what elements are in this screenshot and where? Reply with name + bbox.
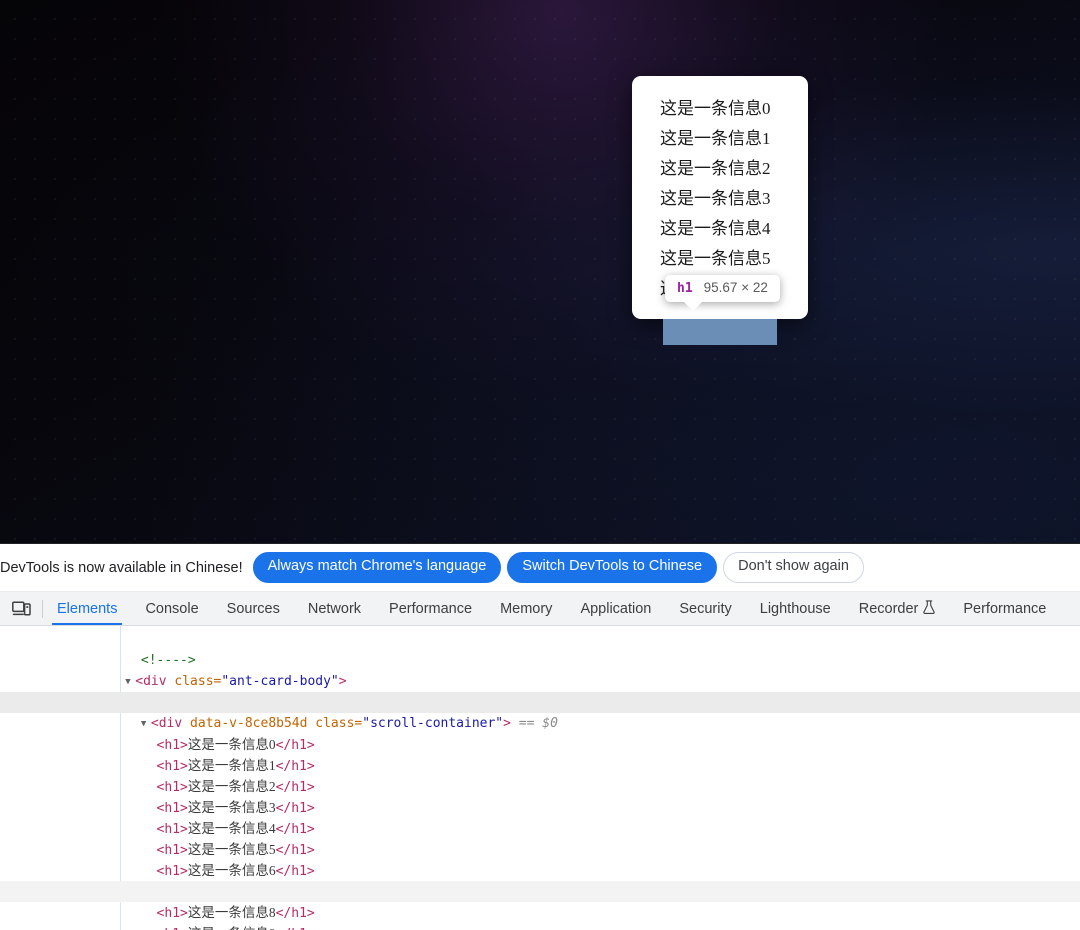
always-match-language-button[interactable]: Always match Chrome's language (252, 552, 502, 583)
dom-row-card-body-open[interactable]: ▼ <div class="ant-card-body"> (0, 650, 1080, 689)
element-inspect-tooltip: h1 95.67 × 22 (665, 275, 780, 311)
background-dot-grid (0, 0, 1080, 543)
dom-row-h1-5[interactable]: <h1>这是一条信息5</h1> (0, 818, 1080, 858)
tab-sources[interactable]: Sources (213, 592, 294, 625)
tooltip-dimensions: 95.67 × 22 (703, 280, 768, 295)
dom-row-h1-2[interactable]: <h1>这是一条信息2</h1> (0, 755, 1080, 795)
card-message-0: 这是一条信息0 (660, 99, 771, 118)
dom-row-h1-3[interactable]: <h1>这是一条信息3</h1> (0, 776, 1080, 816)
dom-row-comment[interactable]: <!----> (0, 629, 1080, 668)
tab-security-label: Security (679, 600, 732, 617)
tab-lighthouse[interactable]: Lighthouse (746, 592, 845, 625)
dom-row-h1-0[interactable]: <h1>这是一条信息0</h1> (0, 713, 1080, 753)
dom-row-h1-7[interactable]: <h1>这是一条信息7</h1> (0, 860, 1080, 900)
tab-performance-insights[interactable]: Performance (949, 592, 1060, 625)
tab-recorder[interactable]: Recorder (845, 592, 950, 625)
dom-row-h1-1[interactable]: <h1>这是一条信息1</h1> (0, 734, 1080, 774)
tab-application-label: Application (580, 600, 652, 617)
dom-row-scroll-container-open[interactable]: ▼ <div data-v-8ce8b54d class="scroll-cont… (0, 692, 1080, 731)
flask-icon (923, 599, 936, 618)
dom-row-h1-9[interactable]: <h1>这是一条信息9</h1> (0, 902, 1080, 930)
card-message-2: 这是一条信息2 (660, 159, 771, 178)
card-message-3: 这是一条信息3 (660, 189, 771, 208)
tab-memory[interactable]: Memory (486, 592, 566, 625)
tab-performance-label: Performance (389, 600, 473, 617)
tab-elements[interactable]: Elements (43, 592, 131, 625)
tab-console-label: Console (145, 600, 199, 617)
tab-performance[interactable]: Performance (375, 592, 486, 625)
tab-recorder-label: Recorder (858, 600, 919, 617)
dom-row-div-close[interactable]: </div> (0, 923, 1080, 930)
card-message-1: 这是一条信息1 (660, 129, 771, 148)
devtools-screenshot-root: 这是一条信息0 这是一条信息1 这是一条信息2 这是一条信息3 这是一条信息4 … (0, 0, 1080, 930)
dont-show-again-button[interactable]: Don't show again (723, 552, 864, 583)
dom-row-h1-6[interactable]: <h1>这是一条信息6</h1> (0, 839, 1080, 879)
devtools-tab-strip: Elements Console Sources Network Perform… (0, 592, 1080, 626)
device-toolbar-icon[interactable] (0, 592, 42, 625)
tab-elements-label: Elements (57, 600, 118, 617)
element-highlight-box (663, 319, 777, 345)
language-banner: DevTools is now available in Chinese! Al… (0, 544, 1080, 592)
tab-lighthouse-label: Lighthouse (759, 600, 831, 617)
tab-sources-label: Sources (226, 600, 280, 617)
devtools-panel: DevTools is now available in Chinese! Al… (0, 543, 1080, 930)
card-message-5: 这是一条信息5 (660, 249, 771, 268)
tab-performance-insights-label: Performance (963, 600, 1047, 617)
card-message-4: 这是一条信息4 (660, 219, 771, 238)
tooltip-tag-name: h1 (677, 281, 693, 296)
tab-network[interactable]: Network (294, 592, 375, 625)
tab-application[interactable]: Application (566, 592, 665, 625)
tab-memory-label: Memory (500, 600, 553, 617)
switch-to-chinese-button[interactable]: Switch DevTools to Chinese (507, 552, 718, 583)
dom-row-h1-8[interactable]: <h1>这是一条信息8</h1> (0, 881, 1080, 921)
tab-network-label: Network (307, 600, 362, 617)
dom-row-pseudo-before[interactable]: ::before (0, 671, 1080, 710)
dom-tree[interactable]: <!----> ▼<div class="ant-card-body"> ::b… (0, 626, 1080, 930)
dom-row-h1-4[interactable]: <h1>这是一条信息4</h1> (0, 797, 1080, 837)
tab-console[interactable]: Console (131, 592, 212, 625)
tab-security[interactable]: Security (665, 592, 745, 625)
banner-message: DevTools is now available in Chinese! (0, 559, 243, 576)
page-viewport: 这是一条信息0 这是一条信息1 这是一条信息2 这是一条信息3 这是一条信息4 … (0, 0, 1080, 543)
